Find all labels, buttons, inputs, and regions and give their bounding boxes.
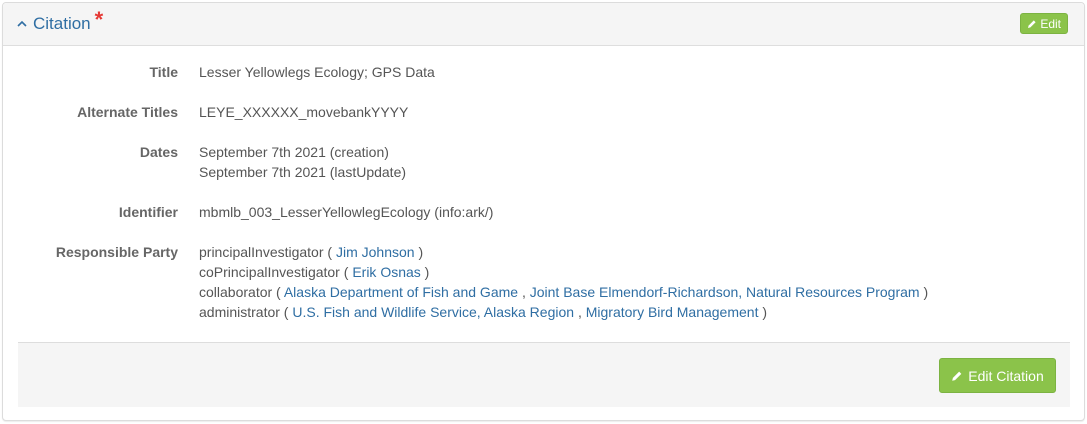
field-value: September 7th 2021 (creation) September … — [199, 142, 406, 182]
party-role: principalInvestigator — [199, 244, 324, 260]
field-label: Identifier — [118, 204, 178, 220]
citation-toggle[interactable]: Citation * — [17, 7, 103, 37]
party-entry: administrator ( U.S. Fish and Wildlife S… — [199, 304, 768, 320]
field-label: Alternate Titles — [77, 104, 178, 120]
edit-button[interactable]: Edit — [1020, 13, 1068, 34]
field-label: Responsible Party — [55, 244, 178, 260]
edit-button-label: Edit — [1040, 16, 1061, 31]
edit-citation-label: Edit Citation — [968, 367, 1044, 384]
panel-heading: Citation * Edit — [3, 3, 1084, 46]
field-label: Dates — [139, 144, 178, 160]
party-role: administrator — [199, 304, 280, 320]
party-entry: collaborator ( Alaska Department of Fish… — [199, 284, 929, 300]
party-entry: coPrincipalInvestigator ( Erik Osnas ) — [199, 264, 430, 280]
party-link[interactable]: Erik Osnas — [352, 264, 420, 280]
field-label: Title — [149, 64, 178, 80]
pencil-icon — [1028, 19, 1036, 28]
chevron-up-icon — [17, 20, 27, 27]
field-value: Lesser Yellowlegs Ecology; GPS Data — [199, 64, 435, 80]
field-value: mbmlb_003_LesserYellowlegEcology (info:a… — [199, 204, 494, 220]
party-link[interactable]: Alaska Department of Fish and Game — [284, 284, 518, 300]
party-role: collaborator — [199, 284, 273, 300]
party-link[interactable]: U.S. Fish and Wildlife Service, Alaska R… — [292, 304, 574, 320]
party-link[interactable]: Migratory Bird Management — [586, 304, 759, 320]
party-link[interactable]: Jim Johnson — [336, 244, 415, 260]
field-value: principalInvestigator ( Jim Johnson ) co… — [199, 242, 928, 322]
date-entry: September 7th 2021 (creation) — [199, 144, 389, 160]
edit-citation-button[interactable]: Edit Citation — [939, 358, 1056, 393]
party-entry: principalInvestigator ( Jim Johnson ) — [199, 244, 424, 260]
panel-footer: Edit Citation — [18, 342, 1070, 407]
pencil-icon — [952, 371, 962, 381]
party-role: coPrincipalInvestigator — [199, 264, 340, 280]
date-entry: September 7th 2021 (lastUpdate) — [199, 164, 407, 180]
required-asterisk: * — [94, 7, 104, 32]
party-link[interactable]: Joint Base Elmendorf-Richardson, Natural… — [530, 284, 920, 300]
field-value: LEYE_XXXXXX_movebankYYYY — [199, 104, 409, 120]
panel-title: Citation — [33, 14, 91, 33]
citation-panel: Citation * Edit Title Lesser Yellowlegs … — [2, 2, 1085, 421]
